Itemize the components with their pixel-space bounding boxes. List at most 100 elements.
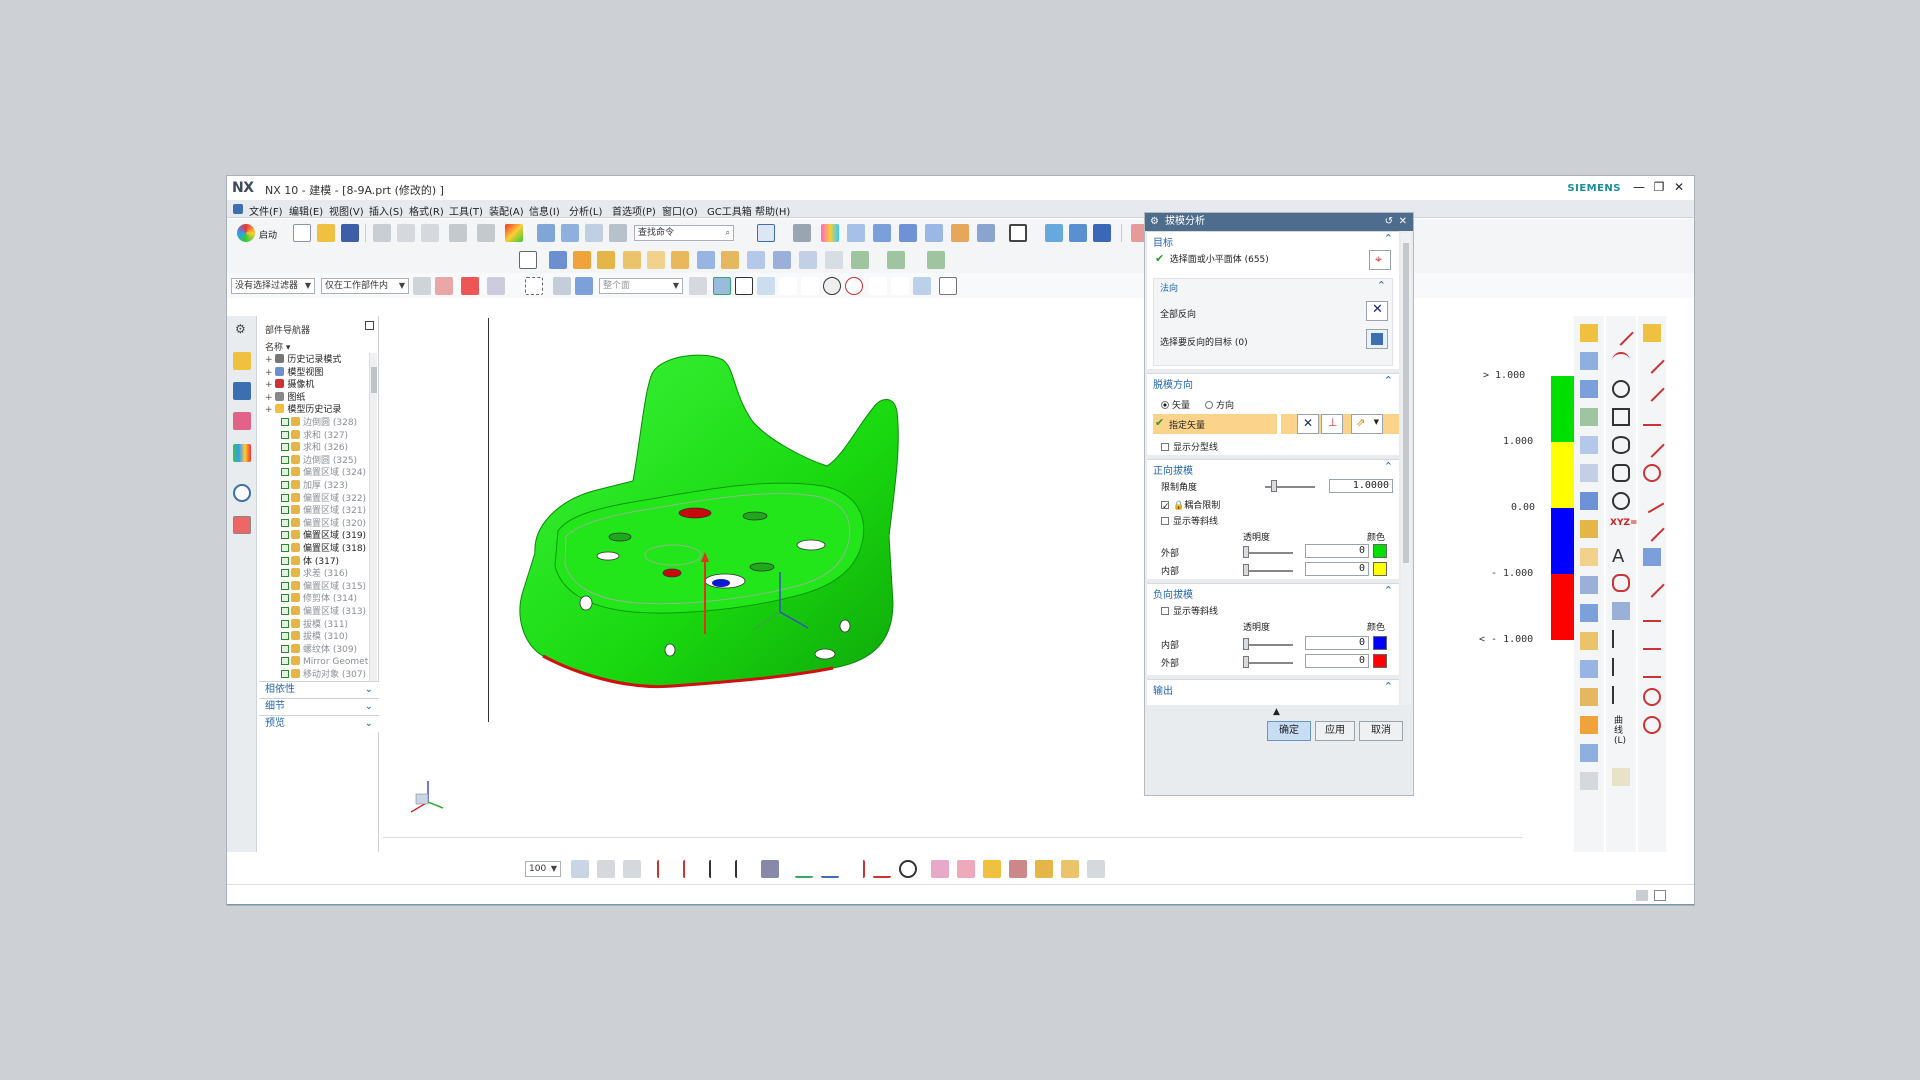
radio-vector[interactable]: 矢量 — [1161, 398, 1190, 411]
menu-assembly[interactable]: 装配(A) — [489, 203, 524, 218]
surface-tool-icon[interactable] — [1580, 660, 1598, 678]
checkbox-icon[interactable] — [281, 481, 289, 489]
material-icon[interactable] — [821, 224, 839, 242]
curve-tool-icon[interactable] — [1612, 658, 1630, 676]
window-icon[interactable] — [585, 224, 603, 242]
circle-icon[interactable] — [1612, 380, 1630, 398]
combine-icon[interactable] — [851, 251, 869, 269]
hole-icon[interactable] — [697, 251, 715, 269]
move-icon[interactable] — [1045, 224, 1063, 242]
cancel-button[interactable]: 取消 — [1359, 721, 1403, 741]
command-finder-icon[interactable] — [609, 224, 627, 242]
box-select-icon[interactable] — [553, 277, 571, 295]
angle-icon[interactable] — [821, 860, 839, 878]
slider-handle[interactable] — [1243, 656, 1249, 668]
surface-tool-icon[interactable] — [1580, 464, 1598, 482]
deselect-icon[interactable] — [487, 277, 505, 295]
snap-control-icon[interactable] — [801, 277, 819, 295]
checkbox-icon[interactable] — [281, 644, 289, 653]
color-icon[interactable] — [505, 224, 523, 242]
rectangle-icon[interactable] — [1612, 408, 1630, 426]
project-curve-icon[interactable] — [1612, 602, 1630, 620]
constraint-navigator-icon[interactable] — [233, 382, 251, 400]
curve-tool-icon[interactable] — [1612, 768, 1630, 786]
surface-tool-icon[interactable] — [1580, 716, 1598, 734]
snap-mid-icon[interactable] — [757, 277, 775, 295]
edit-curve-icon[interactable] — [1639, 348, 1665, 374]
open-icon[interactable] — [317, 224, 335, 242]
expand-icon[interactable]: + — [265, 355, 275, 365]
gear-icon[interactable]: ⚙ — [1150, 213, 1159, 231]
filter-icon[interactable] — [413, 277, 431, 295]
vector-type-dropdown[interactable]: ⇗ ▼ — [1351, 414, 1383, 434]
menu-insert[interactable]: 插入(S) — [369, 203, 403, 218]
checkbox-icon[interactable] — [281, 506, 289, 515]
neg-inside-transparency-input[interactable]: 0 — [1305, 636, 1369, 650]
vertical-scrollbar[interactable] — [369, 353, 377, 693]
checkbox-icon[interactable] — [281, 657, 289, 666]
history-icon[interactable] — [233, 484, 251, 502]
wcs-icon[interactable] — [977, 224, 995, 242]
offset-face-icon[interactable] — [747, 251, 765, 269]
wcs-origin-icon[interactable] — [597, 860, 615, 878]
checkbox-icon[interactable] — [281, 430, 289, 439]
edit-curve-icon[interactable] — [1643, 688, 1661, 706]
edit-curve-icon[interactable] — [1639, 432, 1665, 458]
snap-icon[interactable] — [435, 277, 453, 295]
fullscreen-icon[interactable] — [1654, 890, 1666, 901]
menu-file[interactable]: 文件(F) — [249, 203, 283, 218]
shell-icon[interactable] — [671, 251, 689, 269]
inside-color-swatch[interactable] — [1373, 562, 1387, 576]
slider-handle[interactable] — [1243, 564, 1249, 576]
wcs-dynamic-icon[interactable] — [623, 860, 641, 878]
datum-plane-icon[interactable] — [657, 860, 675, 878]
intersect-icon[interactable] — [927, 251, 945, 269]
selection-filter-combo[interactable]: 没有选择过滤器 ▼ — [231, 278, 315, 294]
surface-tool-icon[interactable] — [1580, 744, 1598, 762]
thicken-icon[interactable] — [773, 251, 791, 269]
edit-curve-icon[interactable] — [1643, 716, 1661, 734]
neg-outside-transparency-input[interactable]: 0 — [1305, 654, 1369, 668]
face-rule-combo[interactable]: 整个面 ▼ — [599, 278, 683, 294]
extrude-icon[interactable] — [549, 251, 567, 269]
touch-icon[interactable] — [537, 224, 555, 242]
expand-icon[interactable]: + — [265, 393, 275, 403]
graphics-window[interactable]: > 1.000 1.000 0.00 - 1.000 < - 1.000 — [383, 316, 1683, 844]
chamfer-icon[interactable] — [647, 251, 665, 269]
surface-tool-icon[interactable] — [1580, 688, 1598, 706]
arc-icon[interactable] — [1612, 352, 1630, 370]
reset-icon[interactable]: ↺ — [1385, 213, 1393, 231]
radius-icon[interactable] — [847, 860, 865, 878]
surface-tool-icon[interactable] — [1580, 632, 1598, 650]
chevron-up-icon[interactable]: ⌃ — [1377, 279, 1386, 292]
menu-preferences[interactable]: 首选项(P) — [612, 203, 656, 218]
edit-curve-icon[interactable] — [1639, 516, 1665, 542]
checkbox-icon[interactable] — [281, 455, 289, 464]
checkbox-icon[interactable] — [281, 619, 289, 628]
checkbox-show-parting[interactable]: 显示分型线 — [1161, 440, 1218, 453]
edit-curve-icon[interactable] — [1643, 604, 1661, 622]
ok-button[interactable]: 确定 — [1267, 721, 1311, 741]
edit-curve-icon[interactable] — [1639, 488, 1665, 514]
menu-window[interactable]: 窗口(O) — [662, 203, 698, 218]
inside-transparency-input[interactable]: 0 — [1305, 562, 1369, 576]
limit-angle-input[interactable]: 1.0000 — [1329, 479, 1393, 493]
vector-icon[interactable] — [761, 860, 779, 878]
view-top-icon[interactable] — [899, 224, 917, 242]
expand-icon[interactable]: + — [265, 368, 275, 378]
render-icon[interactable] — [1035, 860, 1053, 878]
menu-icon[interactable] — [233, 204, 243, 214]
specify-vector-row[interactable]: ✔ 指定矢量 — [1153, 414, 1277, 434]
close-icon[interactable]: ✕ — [1399, 213, 1407, 231]
checkbox-icon[interactable] — [281, 632, 289, 641]
layer-icon[interactable] — [951, 224, 969, 242]
paste-icon[interactable] — [421, 224, 439, 242]
start-icon[interactable] — [237, 224, 255, 242]
command-search-input[interactable]: 查找命令 ⌕ — [634, 225, 734, 241]
panel-dependencies[interactable]: 相依性 ⌄ — [259, 681, 379, 698]
lasso-icon[interactable] — [525, 277, 543, 295]
chevron-up-icon[interactable]: ⌃ — [1384, 584, 1393, 597]
column-header-name[interactable]: 名称 ▾ — [265, 340, 290, 353]
reverse-all-button[interactable]: ✕ — [1366, 301, 1388, 321]
redo-icon[interactable] — [477, 224, 495, 242]
